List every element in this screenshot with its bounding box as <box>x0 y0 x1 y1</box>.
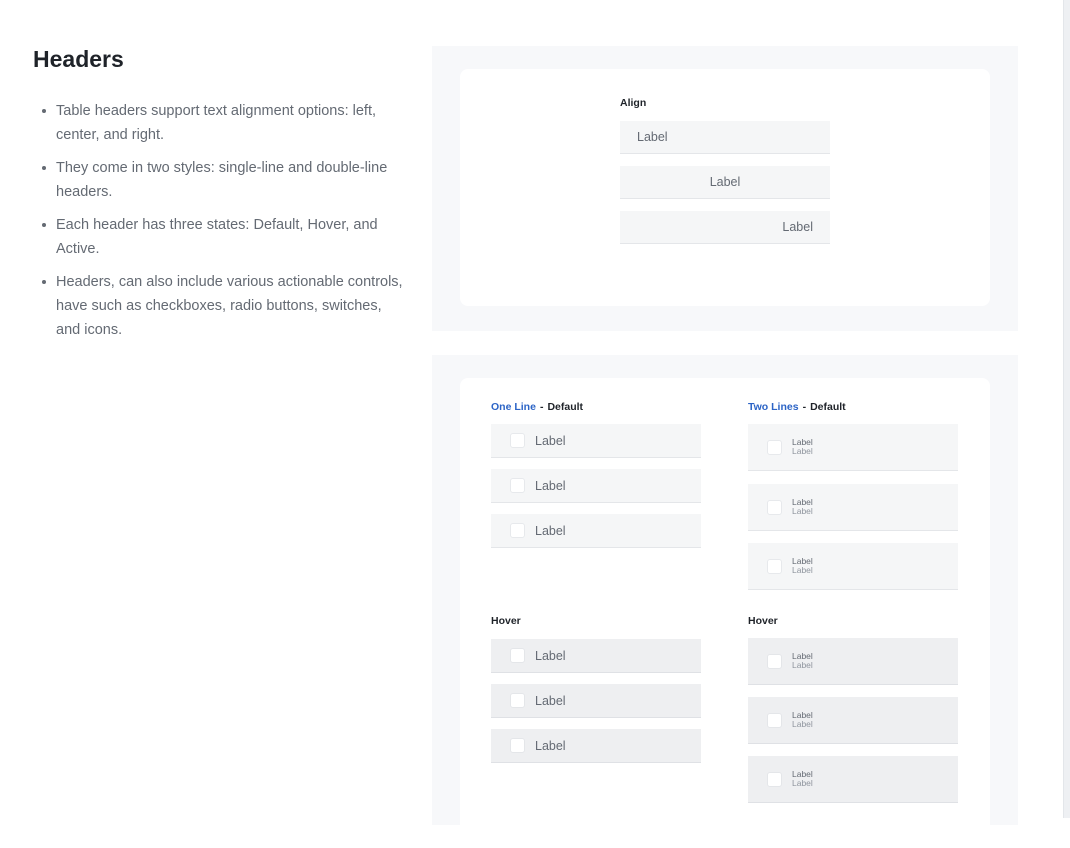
heading-separator: - <box>802 401 807 413</box>
bullet-item: They come in two styles: single-line and… <box>34 156 406 204</box>
one-line-header-hover[interactable]: Label <box>491 729 701 763</box>
states-demo-card: One Line - Default Two Lines - Default Label… <box>460 378 990 848</box>
one-line-title: One Line <box>491 401 536 413</box>
vertical-scrollbar[interactable] <box>1063 0 1070 818</box>
header-label-secondary: Label <box>792 446 813 456</box>
header-label: Label <box>535 648 566 663</box>
states-demo-panel: One Line - Default Two Lines - Default Label… <box>432 355 1018 848</box>
header-checkbox[interactable] <box>767 558 782 574</box>
bullet-item: Headers, can also include various action… <box>34 270 406 342</box>
bullet-item: Table headers support text alignment opt… <box>34 99 406 147</box>
bullet-item: Each header has three states: Default, H… <box>34 213 406 261</box>
one-line-header-hover[interactable]: Label <box>491 639 701 673</box>
two-lines-title: Two Lines <box>748 401 799 413</box>
two-line-header-hover[interactable]: Label Label <box>748 756 958 803</box>
header-checkbox[interactable] <box>510 433 525 448</box>
heading-separator: - <box>539 401 544 413</box>
align-heading: Align <box>620 97 647 109</box>
header-label-secondary: Label <box>792 565 813 575</box>
header-cell-align-right[interactable]: Label <box>620 211 830 244</box>
header-label: Label <box>535 478 566 493</box>
header-label: Label <box>535 738 566 753</box>
align-demo-panel: Align Label Label Label <box>432 46 1018 331</box>
header-cell-align-center[interactable]: Label <box>620 166 830 199</box>
header-checkbox[interactable] <box>510 478 525 493</box>
header-checkbox[interactable] <box>510 523 525 538</box>
header-checkbox[interactable] <box>510 738 525 753</box>
two-line-header-default[interactable]: Label Label <box>748 424 958 471</box>
one-line-header-default[interactable]: Label <box>491 469 701 503</box>
two-lines-default-heading: Two Lines - Default <box>748 401 846 413</box>
one-line-hover-heading: Hover <box>491 615 521 627</box>
one-line-header-default[interactable]: Label <box>491 514 701 548</box>
state-label: Default <box>547 401 584 413</box>
align-demo-card: Align Label Label Label <box>460 69 990 306</box>
description-list: Table headers support text alignment opt… <box>34 99 406 351</box>
header-checkbox[interactable] <box>510 648 525 663</box>
one-line-header-default[interactable]: Label <box>491 424 701 458</box>
header-cell-align-left[interactable]: Label <box>620 121 830 154</box>
header-label-secondary: Label <box>792 506 813 516</box>
one-line-default-heading: One Line - Default <box>491 401 583 413</box>
page-title: Headers <box>33 46 124 72</box>
header-label: Label <box>535 433 566 448</box>
header-checkbox[interactable] <box>767 712 782 728</box>
header-label-secondary: Label <box>792 778 813 788</box>
header-label: Label <box>535 693 566 708</box>
two-lines-hover-heading: Hover <box>748 615 778 627</box>
header-checkbox[interactable] <box>510 693 525 708</box>
header-checkbox[interactable] <box>767 653 782 669</box>
two-line-header-default[interactable]: Label Label <box>748 484 958 531</box>
header-checkbox[interactable] <box>767 439 782 455</box>
header-label-secondary: Label <box>792 719 813 729</box>
two-line-header-hover[interactable]: Label Label <box>748 638 958 685</box>
one-line-header-hover[interactable]: Label <box>491 684 701 718</box>
header-checkbox[interactable] <box>767 771 782 787</box>
two-line-header-hover[interactable]: Label Label <box>748 697 958 744</box>
state-label: Default <box>810 401 846 413</box>
two-line-header-default[interactable]: Label Label <box>748 543 958 590</box>
header-checkbox[interactable] <box>767 499 782 515</box>
header-label-secondary: Label <box>792 660 813 670</box>
header-label: Label <box>535 523 566 538</box>
